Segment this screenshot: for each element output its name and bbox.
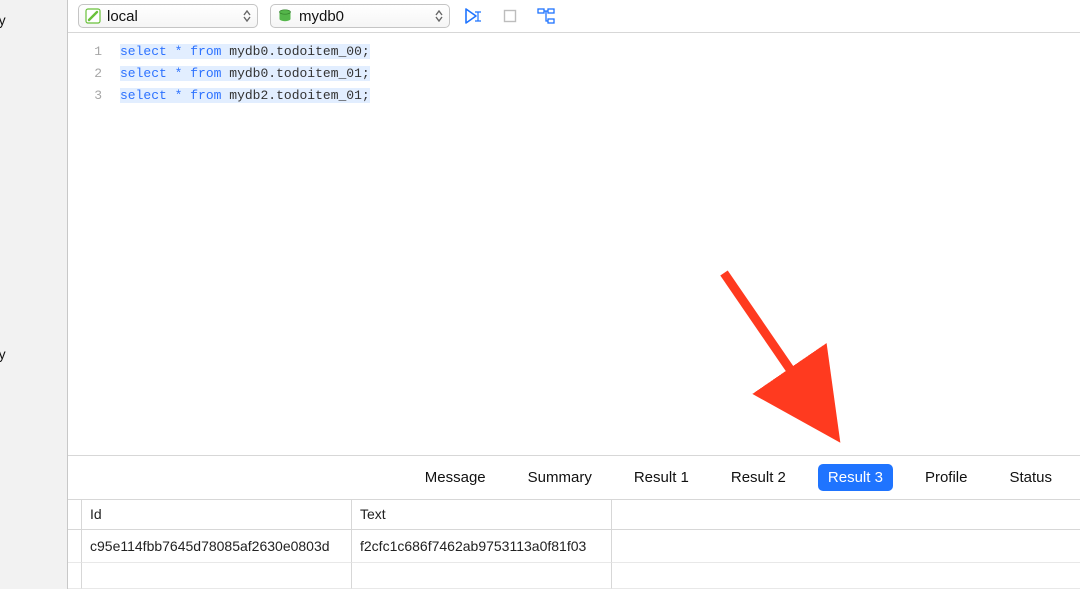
cell-id[interactable]: c95e114fbb7645d78085af2630e0803d xyxy=(82,530,352,563)
tab-result-1[interactable]: Result 1 xyxy=(624,464,699,491)
row-gutter-header xyxy=(68,500,82,529)
database-icon xyxy=(277,8,293,24)
stop-button[interactable] xyxy=(498,4,522,28)
line-number: 2 xyxy=(68,63,102,85)
sidebar: ry ry xyxy=(0,0,68,589)
toolbar: local mydb0 xyxy=(68,0,1080,33)
tab-result-2[interactable]: Result 2 xyxy=(721,464,796,491)
code-line: select * from mydb0.todoitem_00; xyxy=(120,41,1080,63)
connection-icon xyxy=(85,8,101,24)
main-area: local mydb0 xyxy=(68,0,1080,589)
row-gutter xyxy=(68,530,82,563)
tab-profile[interactable]: Profile xyxy=(915,464,978,491)
results-grid: Id Text c95e114fbb7645d78085af2630e0803d… xyxy=(68,500,1080,589)
tab-message[interactable]: Message xyxy=(415,464,496,491)
app-root: ry ry local xyxy=(0,0,1080,589)
sidebar-label-2: ry xyxy=(0,346,6,362)
sql-editor[interactable]: 1 2 3 select * from mydb0.todoitem_00; s… xyxy=(68,33,1080,456)
code-line: select * from mydb2.todoitem_01; xyxy=(120,85,1080,107)
explain-button[interactable] xyxy=(534,4,558,28)
cell-empty xyxy=(612,563,1080,589)
stop-icon xyxy=(502,8,518,24)
connection-label: local xyxy=(107,8,241,25)
column-header-id[interactable]: Id xyxy=(82,500,352,529)
results-header-row: Id Text xyxy=(68,500,1080,530)
tab-summary[interactable]: Summary xyxy=(518,464,602,491)
tab-result-3[interactable]: Result 3 xyxy=(818,464,893,491)
table-row-empty xyxy=(68,563,1080,589)
row-gutter xyxy=(68,563,82,589)
chevron-updown-icon xyxy=(433,10,445,22)
column-header-empty xyxy=(612,500,1080,529)
result-tabs: Message Summary Result 1 Result 2 Result… xyxy=(68,456,1080,500)
chevron-updown-icon xyxy=(241,10,253,22)
database-label: mydb0 xyxy=(299,8,433,25)
explain-tree-icon xyxy=(536,7,556,25)
cell-empty xyxy=(612,530,1080,563)
cell-empty xyxy=(352,563,612,589)
table-row[interactable]: c95e114fbb7645d78085af2630e0803d f2cfc1c… xyxy=(68,530,1080,563)
connection-select[interactable]: local xyxy=(78,4,258,28)
sidebar-label-1: ry xyxy=(0,12,6,28)
line-number: 1 xyxy=(68,41,102,63)
code-line: select * from mydb0.todoitem_01; xyxy=(120,63,1080,85)
line-number: 3 xyxy=(68,85,102,107)
cell-empty xyxy=(82,563,352,589)
column-header-text[interactable]: Text xyxy=(352,500,612,529)
cell-text[interactable]: f2cfc1c686f7462ab9753113a0f81f03 xyxy=(352,530,612,563)
editor-body[interactable]: select * from mydb0.todoitem_00; select … xyxy=(112,33,1080,455)
tab-status[interactable]: Status xyxy=(999,464,1062,491)
run-cursor-icon xyxy=(464,7,484,25)
run-button[interactable] xyxy=(462,4,486,28)
database-select[interactable]: mydb0 xyxy=(270,4,450,28)
line-gutter: 1 2 3 xyxy=(68,33,112,455)
